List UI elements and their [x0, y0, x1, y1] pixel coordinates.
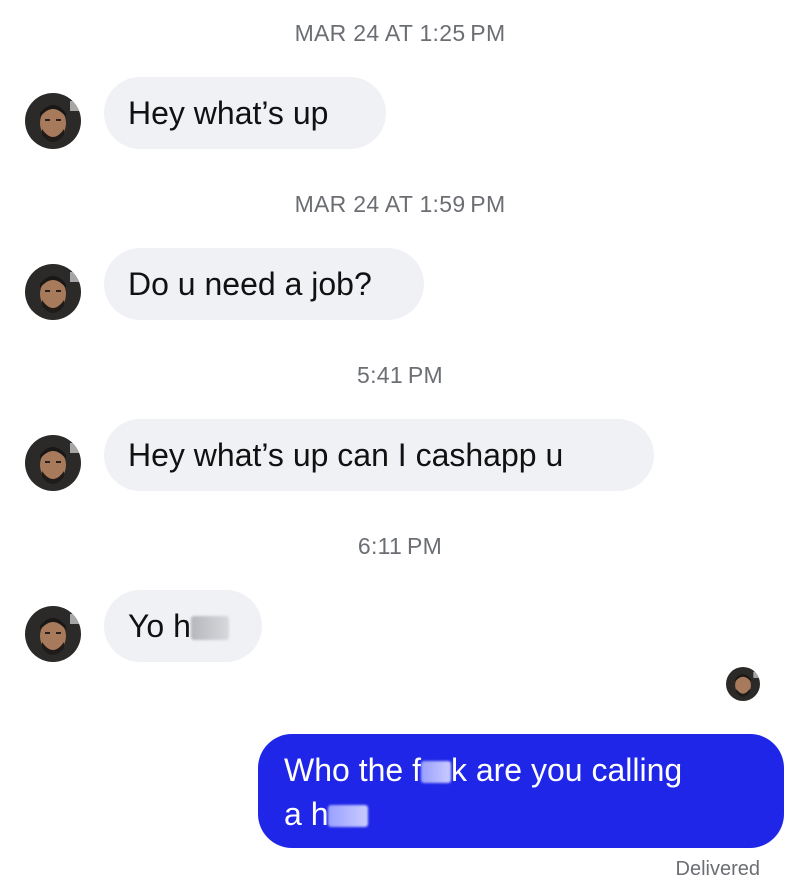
incoming-message-bubble[interactable]: Hey what’s up can I cashapp u — [104, 419, 654, 491]
message-thread: MAR 24 AT 1:25 PM Hey what’s up MAR 24 A… — [0, 0, 800, 880]
message-text: a h — [284, 796, 329, 832]
message-text: k are you calling — [450, 752, 683, 788]
message-text: Yo h — [128, 608, 191, 644]
delivery-status: Delivered — [675, 858, 760, 880]
timestamp: MAR 24 AT 1:59 PM — [294, 191, 506, 217]
outgoing-message-line-2: a h — [284, 792, 758, 836]
message-text: Do u need a job? — [128, 266, 372, 302]
timestamp: MAR 24 AT 1:25 PM — [294, 20, 506, 46]
timestamp: 6:11 PM — [357, 533, 443, 559]
timestamp: 5:41 PM — [357, 362, 443, 388]
contact-avatar-icon[interactable] — [25, 93, 81, 149]
redacted-text-blur — [420, 761, 451, 783]
incoming-message-bubble[interactable]: Do u need a job? — [104, 248, 424, 320]
redacted-text-blur — [328, 805, 369, 827]
contact-avatar-icon[interactable] — [25, 435, 81, 491]
contact-avatar-icon[interactable] — [25, 606, 81, 662]
redacted-text-blur — [190, 616, 229, 640]
contact-avatar-icon[interactable] — [25, 264, 81, 320]
outgoing-message-bubble[interactable]: Who the f k are you calling a h — [258, 734, 784, 848]
message-text: Hey what’s up can I cashapp u — [128, 437, 564, 473]
read-receipt-avatar-icon — [726, 667, 760, 701]
incoming-message-bubble[interactable]: Hey what’s up — [104, 77, 386, 149]
message-text: Who the f — [284, 752, 421, 788]
outgoing-message-line-1: Who the f k are you calling — [284, 748, 758, 792]
incoming-message-bubble[interactable]: Yo h — [104, 590, 262, 662]
message-text: Hey what’s up — [128, 95, 329, 131]
